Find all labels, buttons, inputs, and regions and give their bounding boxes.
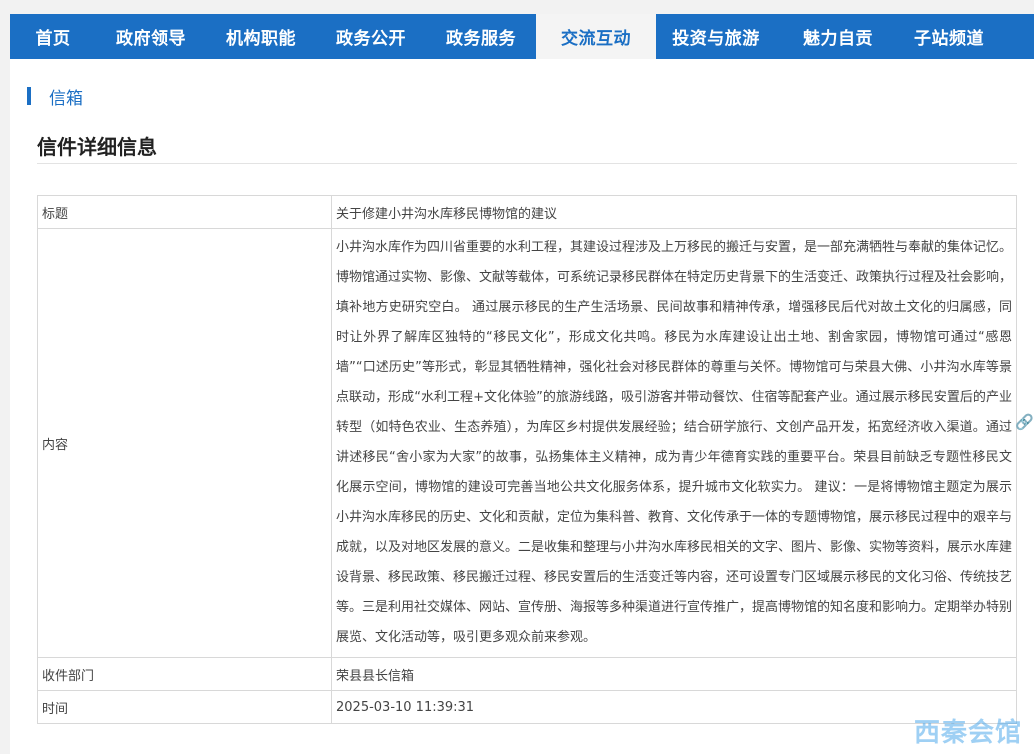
main-nav: 首页 政府领导 机构职能 政务公开 政务服务 交流互动 投资与旅游 魅力自贡 子… (10, 14, 1034, 59)
title-value: 关于修建小井沟水库移民博物馆的建议 (331, 195, 1017, 229)
time-label: 时间 (37, 690, 332, 724)
nav-government-leaders[interactable]: 政府领导 (96, 14, 206, 59)
content-label: 内容 (37, 228, 332, 658)
watermark-logo: 西秦会馆 (913, 718, 1022, 748)
table-row-department: 收件部门 荣县县长信箱 (37, 657, 1017, 691)
page-title: 信件详细信息 (37, 135, 157, 159)
nav-government-services[interactable]: 政务服务 (426, 14, 536, 59)
breadcrumb-marker (27, 87, 31, 105)
table-row-content: 内容 小井沟水库作为四川省重要的水利工程，其建设过程涉及上万移民的搬迁与安置，是… (37, 228, 1017, 658)
nav-interaction[interactable]: 交流互动 (536, 14, 656, 59)
department-label: 收件部门 (37, 657, 332, 691)
nav-sub-channels[interactable]: 子站频道 (900, 14, 998, 59)
letter-detail-table: 标题 关于修建小井沟水库移民博物馆的建议 内容 小井沟水库作为四川省重要的水利工… (37, 195, 1017, 724)
breadcrumb-link-mailbox[interactable]: 信箱 (49, 84, 83, 109)
content-value: 小井沟水库作为四川省重要的水利工程，其建设过程涉及上万移民的搬迁与安置，是一部充… (331, 228, 1017, 658)
title-label: 标题 (37, 195, 332, 229)
department-value: 荣县县长信箱 (331, 657, 1017, 691)
nav-government-affairs-open[interactable]: 政务公开 (316, 14, 426, 59)
main-content: 信箱 信件详细信息 标题 关于修建小井沟水库移民博物馆的建议 内容 小井沟水库作… (10, 59, 1034, 754)
link-icon[interactable]: 🔗 (1015, 413, 1034, 431)
nav-institution-functions[interactable]: 机构职能 (206, 14, 316, 59)
table-row-title: 标题 关于修建小井沟水库移民博物馆的建议 (37, 195, 1017, 229)
nav-investment-tourism[interactable]: 投资与旅游 (656, 14, 776, 59)
breadcrumb: 信箱 (27, 84, 83, 109)
nav-home[interactable]: 首页 (10, 14, 96, 59)
table-row-time: 时间 2025-03-10 11:39:31 (37, 690, 1017, 724)
nav-charm-zigong[interactable]: 魅力自贡 (776, 14, 900, 59)
title-divider (37, 163, 1017, 164)
